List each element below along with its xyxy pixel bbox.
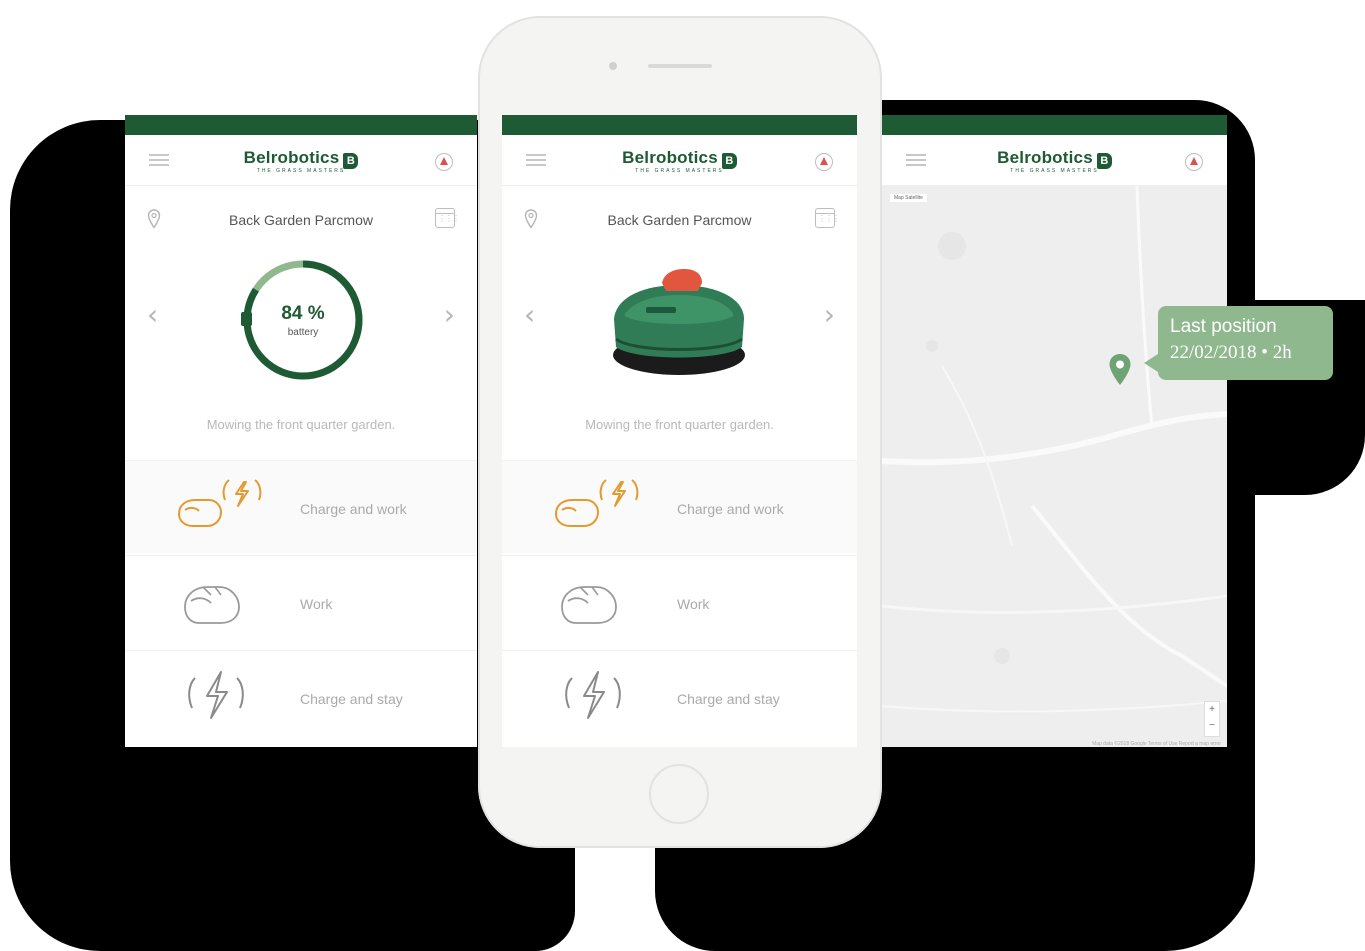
top-bar bbox=[125, 115, 477, 135]
logo-text: Belrobotics bbox=[997, 148, 1093, 167]
logo-tagline: THE GRASS MASTERS bbox=[635, 168, 724, 174]
screen-map: Belrobotics B THE GRASS MASTERS Map Satel… bbox=[882, 115, 1227, 747]
logo-text: Belrobotics bbox=[622, 148, 718, 167]
mode-charge-and-work[interactable]: Charge and work bbox=[125, 460, 477, 553]
chevron-left-icon[interactable]: ‹ bbox=[147, 300, 158, 330]
battery-percentage: 84 % bbox=[281, 303, 325, 324]
logo-tagline: THE GRASS MASTERS bbox=[1010, 168, 1099, 174]
logo-badge: B bbox=[1096, 153, 1112, 169]
mode-charge-and-work[interactable]: Charge and work bbox=[502, 460, 857, 553]
lightning-icon bbox=[188, 671, 244, 719]
garden-name[interactable]: Back Garden Parcmow bbox=[125, 212, 477, 228]
mode-work[interactable]: Work bbox=[502, 555, 857, 648]
app-header: Belrobotics B THE GRASS MASTERS bbox=[502, 135, 857, 186]
calendar-icon[interactable] bbox=[815, 208, 839, 228]
mode-label: Charge and stay bbox=[677, 691, 780, 707]
mode-label: Charge and work bbox=[300, 501, 407, 517]
garden-name[interactable]: Back Garden Parcmow bbox=[502, 212, 857, 228]
top-bar bbox=[882, 115, 1227, 135]
map-marker-icon[interactable] bbox=[1106, 352, 1134, 388]
app-logo: Belrobotics B THE GRASS MASTERS bbox=[125, 148, 477, 174]
alert-icon[interactable] bbox=[435, 153, 453, 171]
screen-battery-status: Belrobotics B THE GRASS MASTERS Back Gard… bbox=[125, 115, 477, 747]
logo-tagline: THE GRASS MASTERS bbox=[256, 168, 346, 174]
last-position-tooltip: Last position 22/02/2018 • 2h bbox=[1144, 306, 1333, 380]
phone-speaker bbox=[648, 64, 712, 68]
alert-icon[interactable] bbox=[815, 153, 833, 171]
mode-work[interactable]: Work bbox=[125, 555, 477, 648]
zoom-in-button[interactable]: + bbox=[1205, 702, 1219, 718]
tooltip-date: 22/02/2018 • 2h bbox=[1170, 342, 1292, 363]
app-logo: Belrobotics B THE GRASS MASTERS bbox=[502, 148, 857, 174]
zoom-out-button[interactable]: − bbox=[1205, 718, 1219, 734]
alert-icon[interactable] bbox=[1185, 153, 1203, 171]
mowing-status: Mowing the front quarter garden. bbox=[585, 417, 774, 432]
mower-icon bbox=[184, 586, 240, 624]
mower-icon bbox=[561, 586, 617, 624]
calendar-icon[interactable] bbox=[435, 208, 459, 228]
map-roads bbox=[882, 186, 1227, 713]
robotic-mower-image bbox=[613, 269, 745, 375]
chevron-left-icon[interactable]: ‹ bbox=[524, 300, 535, 330]
mower-charge-icon bbox=[177, 479, 262, 527]
screen-mower-status: Belrobotics B THE GRASS MASTERS Back Gard… bbox=[502, 115, 857, 747]
map-credits[interactable]: Map data ©2018 Google Terms of Use Repor… bbox=[1092, 741, 1221, 747]
map-zoom-controls[interactable]: + − bbox=[1204, 701, 1220, 737]
mode-label: Work bbox=[677, 596, 710, 612]
phone-camera bbox=[609, 62, 617, 70]
location-row: Back Garden Parcmow bbox=[502, 205, 857, 235]
phone-home-button[interactable] bbox=[649, 764, 709, 824]
logo-badge: B bbox=[721, 153, 737, 169]
mode-label: Charge and work bbox=[677, 501, 784, 517]
battery-label: battery bbox=[287, 327, 319, 338]
mode-label: Charge and stay bbox=[300, 691, 403, 707]
mode-charge-and-stay[interactable]: Charge and stay bbox=[125, 650, 477, 743]
logo-badge: B bbox=[343, 153, 359, 169]
mower-charge-icon bbox=[554, 479, 639, 527]
map-view[interactable]: Map Satellite + − Map data ©2018 Google … bbox=[882, 186, 1227, 747]
chevron-right-icon[interactable]: › bbox=[824, 300, 835, 330]
top-bar bbox=[502, 115, 857, 135]
map-type-toggle[interactable]: Map Satellite bbox=[890, 194, 927, 202]
app-logo: Belrobotics B THE GRASS MASTERS bbox=[882, 148, 1227, 174]
app-header: Belrobotics B THE GRASS MASTERS bbox=[882, 135, 1227, 186]
chevron-right-icon[interactable]: › bbox=[444, 300, 455, 330]
mode-label: Work bbox=[300, 596, 333, 612]
mode-charge-and-stay[interactable]: Charge and stay bbox=[502, 650, 857, 743]
tooltip-title: Last position bbox=[1170, 316, 1277, 337]
lightning-icon bbox=[565, 671, 621, 719]
battery-gauge: 84 % battery bbox=[240, 257, 366, 383]
location-row: Back Garden Parcmow bbox=[125, 205, 477, 235]
mowing-status: Mowing the front quarter garden. bbox=[206, 417, 396, 432]
app-header: Belrobotics B THE GRASS MASTERS bbox=[125, 135, 477, 186]
logo-text: Belrobotics bbox=[243, 148, 340, 167]
